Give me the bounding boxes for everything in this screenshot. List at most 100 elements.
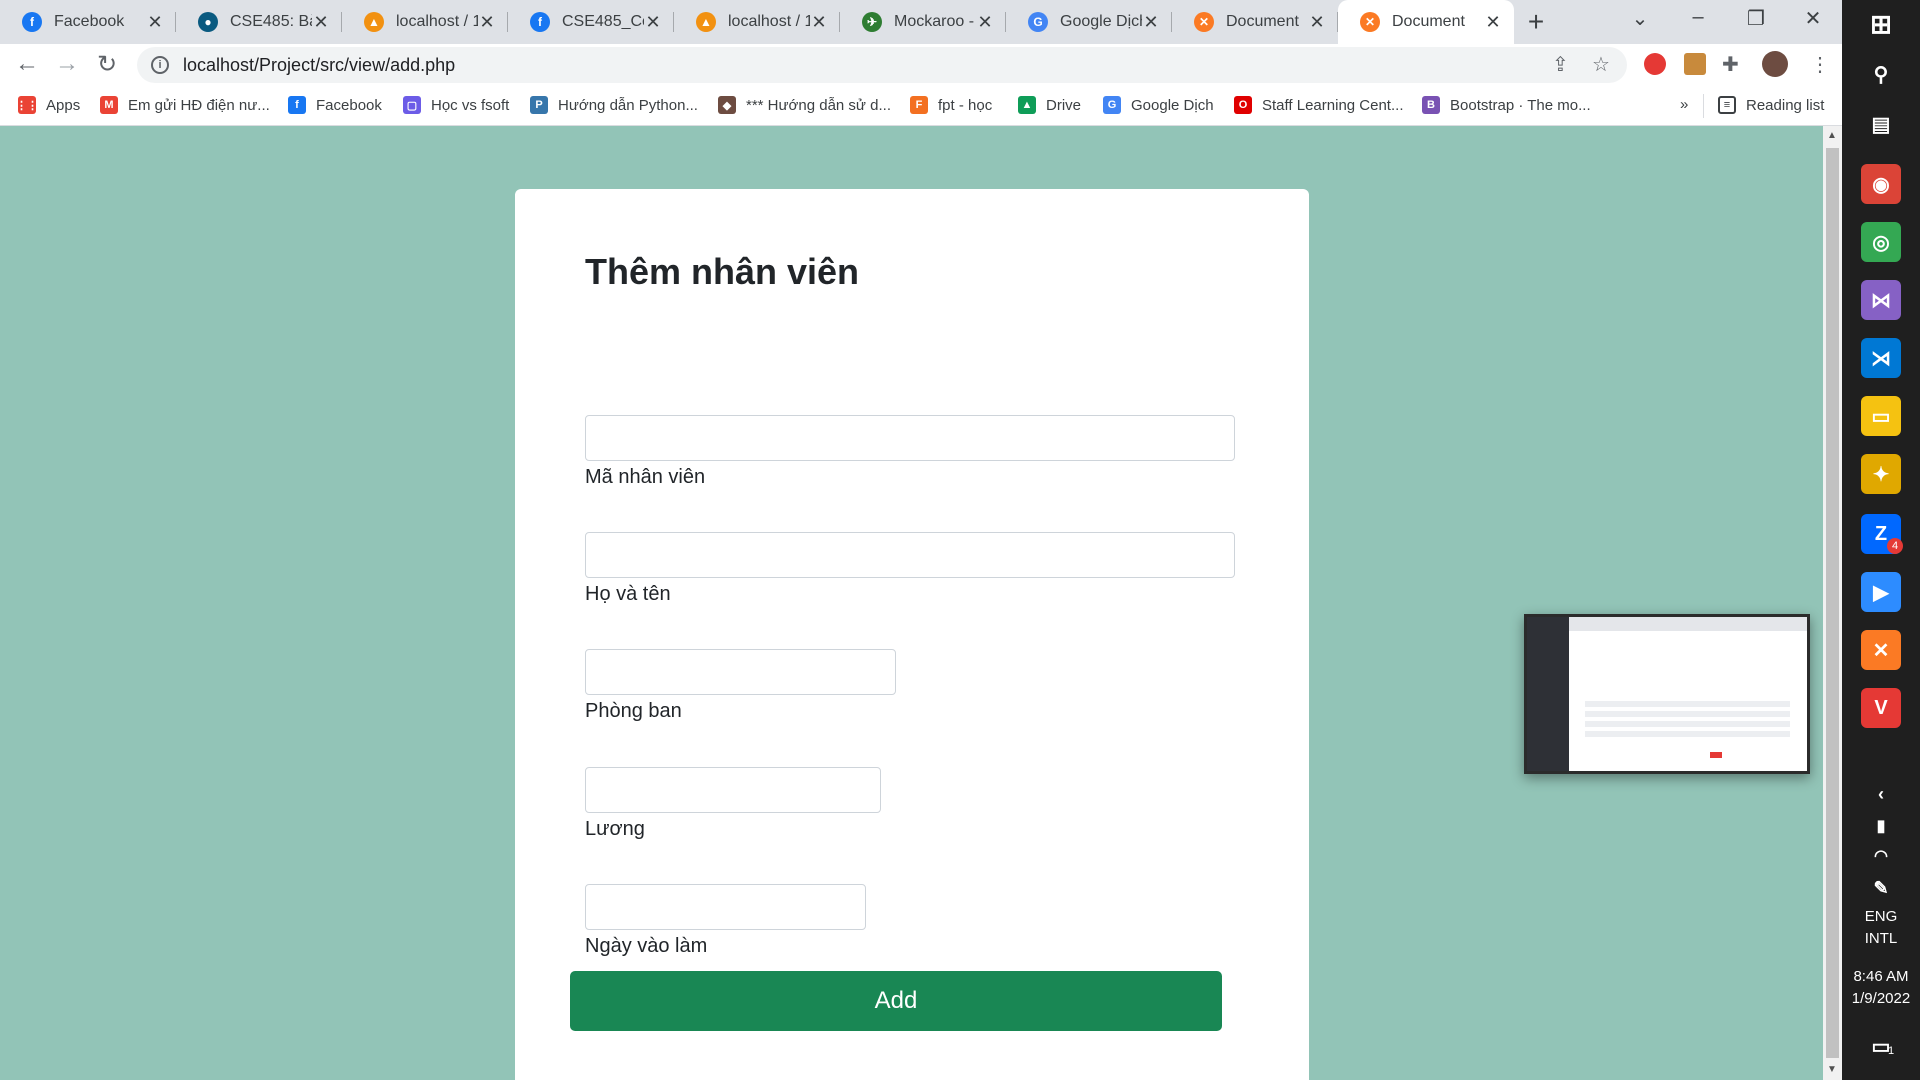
site-info-icon[interactable]: i xyxy=(151,56,169,74)
bookmark-item[interactable]: Ffpt - học xyxy=(910,96,992,114)
bookmark-label: Facebook xyxy=(316,96,382,114)
tab-5[interactable]: ▲ localhost / 12✕ xyxy=(674,0,840,44)
facebook-icon: f xyxy=(288,96,306,114)
tab-title: CSE485_Côn xyxy=(562,13,644,30)
thumbnail-row xyxy=(1585,701,1790,707)
tab-4[interactable]: f CSE485_Côn✕ xyxy=(508,0,674,44)
chrome-icon[interactable]: ◉ xyxy=(1861,164,1901,204)
page-scrollbar[interactable]: ▲ ▼ xyxy=(1823,126,1842,1080)
restore-button[interactable]: ❐ xyxy=(1736,6,1776,31)
bookmark-label: Google Dịch xyxy=(1131,96,1214,114)
bookmark-item[interactable]: B Bootstrap · The mo... xyxy=(1422,96,1591,114)
pen-icon[interactable]: ✎ xyxy=(1861,868,1901,908)
clock-date[interactable]: 1/9/2022 xyxy=(1842,990,1920,1007)
task-view-icon[interactable]: ▤ xyxy=(1861,104,1901,144)
bookmark-item[interactable]: P Hướng dẫn Python... xyxy=(530,96,698,114)
employee-id-input[interactable] xyxy=(585,415,1235,461)
scroll-down-arrow-icon[interactable]: ▼ xyxy=(1827,1064,1837,1075)
scrollbar-thumb[interactable] xyxy=(1826,148,1839,1058)
phpmyadmin-icon: ▲ xyxy=(364,12,384,32)
close-window-button[interactable]: ✕ xyxy=(1793,6,1833,31)
full-name-input[interactable] xyxy=(585,532,1235,578)
keyboard-layout[interactable]: INTL xyxy=(1842,930,1920,947)
scroll-up-arrow-icon[interactable]: ▲ xyxy=(1827,130,1837,141)
bookmark-item[interactable]: ▲ Drive xyxy=(1018,96,1081,114)
reload-button[interactable]: ↻ xyxy=(92,50,122,79)
start-date-input[interactable] xyxy=(585,884,866,930)
app-v-icon[interactable]: V xyxy=(1861,688,1901,728)
python-icon: P xyxy=(530,96,548,114)
tab-6[interactable]: ✈ Mockaroo - F✕ xyxy=(840,0,1006,44)
bookmark-star-icon[interactable]: ☆ xyxy=(1592,52,1610,77)
bookmark-item[interactable]: G Google Dịch xyxy=(1103,96,1214,114)
app-green-icon[interactable]: ◎ xyxy=(1861,222,1901,262)
thumbnail-row xyxy=(1585,731,1790,737)
bookmark-item[interactable]: M Em gửi HĐ điện nư... xyxy=(100,96,270,114)
tab-1[interactable]: f Facebook ✕ xyxy=(0,0,176,44)
tab-close-icon[interactable]: ✕ xyxy=(1142,12,1160,33)
zoom-icon[interactable]: ▶ xyxy=(1861,572,1901,612)
tab-close-icon[interactable]: ✕ xyxy=(146,12,164,33)
add-button[interactable]: Add xyxy=(570,971,1222,1031)
bookmark-label: Apps xyxy=(46,96,81,114)
bird-icon: ◆ xyxy=(718,96,736,114)
tab-title: Google Dịch xyxy=(1060,13,1142,30)
tab-close-icon[interactable]: ✕ xyxy=(1308,12,1326,33)
department-input[interactable] xyxy=(585,649,896,695)
bookmark-item[interactable]: ◆ *** Hướng dẫn sử d... xyxy=(718,96,891,114)
tab-close-icon[interactable]: ✕ xyxy=(810,12,828,33)
facebook-icon: f xyxy=(22,12,42,32)
bookmark-label: Em gửi HĐ điện nư... xyxy=(128,96,270,114)
file-explorer-icon[interactable]: ▭ xyxy=(1861,396,1901,436)
minimize-button[interactable]: – xyxy=(1678,6,1718,29)
language-indicator[interactable]: ENG xyxy=(1842,908,1920,925)
xampp-icon[interactable]: ✕ xyxy=(1861,630,1901,670)
tab-close-icon[interactable]: ✕ xyxy=(478,12,496,33)
tab-close-icon[interactable]: ✕ xyxy=(976,12,994,33)
tab-3[interactable]: ▲ localhost / 12✕ xyxy=(342,0,508,44)
window-preview-thumbnail[interactable] xyxy=(1524,614,1810,774)
vscode-icon[interactable]: ⋊ xyxy=(1861,338,1901,378)
windows-start-icon[interactable]: ⊞ xyxy=(1861,4,1901,44)
address-url[interactable]: localhost/Project/src/view/add.php xyxy=(183,55,455,76)
tab-title: Document xyxy=(1226,13,1299,30)
tab-close-icon[interactable]: ✕ xyxy=(312,12,330,33)
back-button[interactable]: ← xyxy=(12,50,42,78)
drive-icon: ▲ xyxy=(1018,96,1036,114)
bookmark-label: *** Hướng dẫn sử d... xyxy=(746,96,891,114)
reading-list-button[interactable]: ≡ Reading list xyxy=(1718,96,1824,114)
share-icon[interactable]: ⇪ xyxy=(1552,52,1569,77)
bookmark-item[interactable]: ⋮⋮ Apps xyxy=(16,96,81,114)
salary-input[interactable] xyxy=(585,767,881,813)
bookmarks-overflow-button[interactable]: » xyxy=(1680,96,1688,113)
facebook-icon: f xyxy=(530,12,550,32)
app-puzzle-icon[interactable]: ✦ xyxy=(1861,454,1901,494)
tab-close-icon[interactable]: ✕ xyxy=(644,12,662,33)
clock-time[interactable]: 8:46 AM xyxy=(1842,968,1920,985)
tab-7[interactable]: G Google Dịch ✕ xyxy=(1006,0,1172,44)
bookmark-item[interactable]: O Staff Learning Cent... xyxy=(1234,96,1403,114)
bookmark-item[interactable]: f Facebook xyxy=(288,96,382,114)
bookmark-item[interactable]: ▢ Học vs fsoft xyxy=(403,96,509,114)
tab-9[interactable]: ✕ Document ✕ xyxy=(1338,0,1514,44)
search-icon[interactable]: ⚲ xyxy=(1861,54,1901,94)
tab-2[interactable]: ● CSE485: Bài l✕ xyxy=(176,0,342,44)
employee-id-label: Mã nhân viên xyxy=(585,466,706,488)
address-bar[interactable]: i localhost/Project/src/view/add.php xyxy=(137,47,1627,83)
forward-button[interactable]: → xyxy=(52,50,82,78)
extensions-puzzle-icon[interactable]: ✚ xyxy=(1722,52,1739,77)
profile-avatar[interactable] xyxy=(1762,51,1788,77)
new-tab-button[interactable]: + xyxy=(1520,6,1552,38)
extension-red-icon[interactable] xyxy=(1644,53,1666,75)
thumbnail-sidebar xyxy=(1527,617,1569,771)
tab-8[interactable]: ✕ Document ✕ xyxy=(1172,0,1338,44)
tab-search-icon[interactable]: ⌄ xyxy=(1620,6,1660,31)
extension-hammer-icon[interactable] xyxy=(1684,53,1706,75)
bookmarks-divider xyxy=(1703,94,1704,118)
visual-studio-icon[interactable]: ⋈ xyxy=(1861,280,1901,320)
salary-label: Lương xyxy=(585,818,645,840)
tab-strip: + ⌄ – ❐ ✕ fFacebook✕●CSE485: Bài l✕▲loca… xyxy=(0,0,1842,44)
menu-icon[interactable]: ⋮ xyxy=(1810,52,1830,77)
tab-close-icon[interactable]: ✕ xyxy=(1484,12,1502,33)
google-translate-icon: G xyxy=(1103,96,1121,114)
